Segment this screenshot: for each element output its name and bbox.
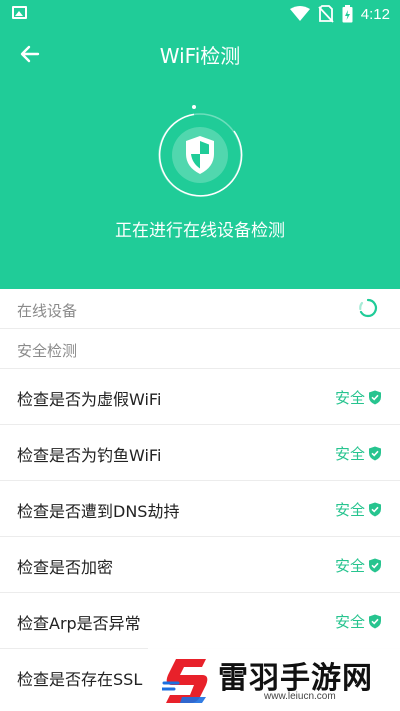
check-label: 检查是否加密	[17, 558, 114, 577]
page-title: WiFi检测	[159, 44, 241, 68]
toolbar: WiFi检测	[0, 28, 400, 78]
safe-shield-icon	[369, 558, 381, 573]
check-label: 检查是否为虚假WiFi	[17, 390, 162, 409]
status-badge: 安全	[335, 443, 382, 464]
loading-spinner-icon	[359, 298, 377, 318]
status-badge: 安全	[335, 611, 382, 632]
gallery-icon	[12, 6, 27, 19]
status-badge: 安全	[335, 499, 382, 520]
status-text: 安全	[334, 445, 365, 463]
battery-charging-icon	[342, 5, 353, 23]
security-check-label: 安全检测	[17, 342, 78, 360]
status-icons: 4:12	[289, 4, 390, 24]
scan-status-text: 正在进行在线设备检测	[115, 221, 285, 241]
watermark-url: www.leiucn.com	[264, 691, 336, 702]
status-text: 安全	[334, 389, 365, 407]
check-row[interactable]: 检查是否遭到DNS劫持 安全	[0, 481, 400, 537]
status-badge: 安全	[335, 387, 382, 408]
online-devices-label: 在线设备	[17, 302, 78, 320]
check-label: 检查是否遭到DNS劫持	[17, 502, 180, 521]
watermark-logo-icon	[162, 659, 208, 703]
no-sim-icon	[318, 5, 334, 23]
status-text: 安全	[334, 557, 365, 575]
check-label: 检查是否存在SSL	[17, 670, 143, 689]
online-devices-section: 在线设备	[0, 289, 400, 329]
check-row[interactable]: 检查是否为虚假WiFi 安全	[0, 369, 400, 425]
safe-shield-icon	[369, 446, 381, 461]
status-badge: 安全	[335, 555, 382, 576]
scan-animation	[150, 105, 250, 205]
wifi-icon	[289, 6, 310, 21]
watermark: 雷羽手游网 www.leiucn.com	[148, 647, 400, 711]
safe-shield-icon	[369, 614, 381, 629]
security-check-section: 安全检测	[0, 329, 400, 369]
status-text: 安全	[334, 501, 365, 519]
check-row[interactable]: 检查是否加密 安全	[0, 537, 400, 593]
status-bar: 4:12	[0, 0, 400, 28]
status-time: 4:12	[360, 5, 390, 23]
check-label: 检查是否为钓鱼WiFi	[17, 446, 162, 465]
check-label: 检查Arp是否异常	[17, 614, 141, 633]
check-row[interactable]: 检查是否为钓鱼WiFi 安全	[0, 425, 400, 481]
check-row[interactable]: 检查Arp是否异常 安全	[0, 593, 400, 649]
safe-shield-icon	[369, 390, 381, 405]
safe-shield-icon	[369, 502, 381, 517]
header: 4:12 WiFi检测 正在进行在线设备检测	[0, 0, 400, 289]
status-text: 安全	[334, 613, 365, 631]
